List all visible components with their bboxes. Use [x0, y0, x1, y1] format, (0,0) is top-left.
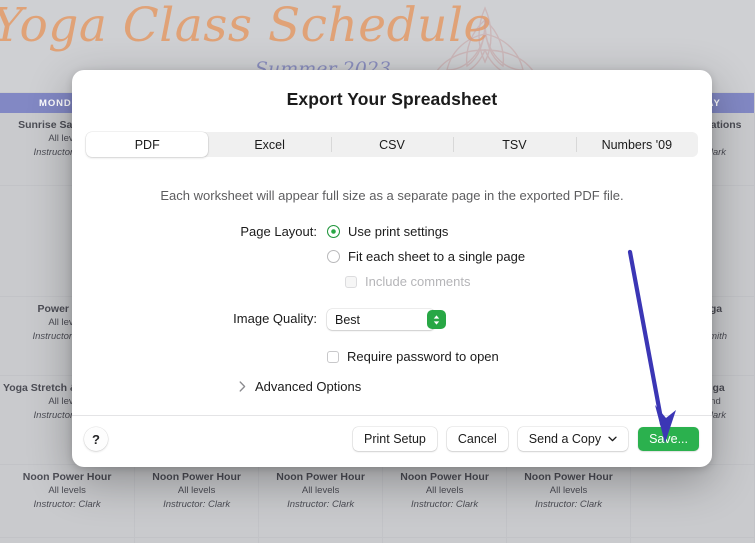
image-quality-row: Image Quality: Best	[72, 309, 712, 330]
page-layout-controls: Use print settings Fit each sheet to a s…	[327, 222, 712, 293]
save-button[interactable]: Save...	[638, 427, 699, 451]
tab-label: Excel	[254, 137, 285, 152]
page-layout-row: Page Layout: Use print settings Fit each…	[72, 222, 712, 293]
checkbox-require-password[interactable]: Require password to open	[327, 347, 712, 366]
print-setup-button[interactable]: Print Setup	[353, 427, 437, 451]
cancel-label: Cancel	[457, 432, 497, 446]
help-button[interactable]: ?	[84, 427, 108, 451]
image-quality-controls: Best	[327, 309, 712, 330]
class-instructor: Instructor: Clark	[287, 498, 355, 510]
print-setup-label: Print Setup	[364, 432, 426, 446]
dialog-title: Export Your Spreadsheet	[286, 89, 498, 109]
page-layout-label: Page Layout:	[240, 224, 317, 239]
dialog-footer: ? Print Setup Cancel Send a Copy Save...	[72, 416, 712, 467]
schedule-cell: Noon Power Hour All levels Instructor: Cla…	[383, 465, 507, 538]
radio-fit-each-sheet[interactable]: Fit each sheet to a single page	[327, 247, 712, 266]
advanced-options-label: Advanced Options	[255, 379, 362, 394]
tab-csv[interactable]: CSV	[330, 132, 453, 157]
tab-tsv[interactable]: TSV	[453, 132, 575, 157]
tab-label: CSV	[379, 137, 405, 152]
chevron-right-icon[interactable]	[237, 381, 247, 392]
require-password-controls: Require password to open	[327, 347, 712, 368]
class-instructor: Instructor: Clark	[535, 498, 603, 510]
schedule-cell: Noon Power Hour All levels Instructor: Cla…	[507, 465, 631, 538]
export-options-form: Page Layout: Use print settings Fit each…	[72, 222, 712, 394]
class-name: Noon Power Hour	[524, 471, 613, 483]
checkbox-require-password-label: Require password to open	[347, 349, 499, 364]
class-name: Noon Power Hour	[152, 471, 241, 483]
class-level: All levels	[425, 485, 464, 497]
class-instructor: Instructor: Clark	[411, 498, 479, 510]
class-level: All levels	[301, 485, 340, 497]
radio-use-print-settings-label: Use print settings	[348, 224, 449, 239]
checkbox-unchecked-icon[interactable]	[327, 350, 339, 363]
checkbox-include-comments: Include comments	[345, 272, 712, 291]
export-dialog: Export Your Spreadsheet PDF Excel CSV TSV Nu…	[72, 70, 712, 467]
class-name: Noon Power Hour	[276, 471, 365, 483]
schedule-cell: Noon Power Hour All levels Instructor: Cla…	[259, 465, 383, 538]
class-instructor: Instructor: Clark	[33, 498, 101, 510]
format-tab-group: PDF Excel CSV TSV Numbers '09	[86, 132, 698, 157]
radio-button-unselected-icon[interactable]	[327, 250, 340, 263]
footer-button-group: Print Setup Cancel Send a Copy Save...	[353, 427, 699, 451]
cancel-button[interactable]: Cancel	[446, 427, 508, 451]
tab-label: Numbers '09	[601, 137, 673, 152]
chevron-up-down-icon[interactable]	[427, 310, 446, 329]
radio-fit-each-sheet-label: Fit each sheet to a single page	[348, 249, 526, 264]
question-mark-icon: ?	[92, 431, 100, 447]
class-name: Noon Power Hour	[400, 471, 489, 483]
class-level: All levels	[549, 485, 588, 497]
image-quality-select[interactable]: Best	[327, 309, 446, 330]
send-a-copy-button[interactable]: Send a Copy	[517, 427, 629, 451]
tab-excel[interactable]: Excel	[208, 132, 330, 157]
save-label: Save...	[649, 432, 688, 446]
require-password-row: Require password to open	[72, 347, 712, 368]
schedule-cell: Noon Power Hour All levels Instructor: Cla…	[0, 465, 135, 538]
class-level: All levels	[48, 485, 86, 497]
tab-label: PDF	[134, 137, 160, 152]
radio-use-print-settings[interactable]: Use print settings	[327, 222, 712, 241]
send-a-copy-label: Send a Copy	[528, 432, 602, 446]
class-level: All levels	[177, 485, 216, 497]
export-description: Each worksheet will appear full size as …	[160, 188, 624, 203]
radio-button-selected-icon[interactable]	[327, 225, 340, 238]
advanced-options-disclosure[interactable]: Advanced Options	[237, 379, 712, 394]
class-instructor: Instructor: Clark	[163, 498, 231, 510]
tab-numbers-09[interactable]: Numbers '09	[575, 132, 698, 157]
image-quality-value: Best	[335, 312, 361, 327]
spreadsheet-title: Yoga Class Schedule	[0, 0, 492, 53]
schedule-cell	[631, 465, 754, 538]
schedule-cell: Noon Power Hour All levels Instructor: Cla…	[135, 465, 259, 538]
class-name: Noon Power Hour	[22, 471, 112, 483]
tab-pdf[interactable]: PDF	[86, 132, 209, 157]
checkbox-unchecked-disabled-icon	[345, 275, 357, 288]
tab-label: TSV	[502, 137, 527, 152]
checkbox-include-comments-label: Include comments	[365, 274, 471, 289]
chevron-down-icon[interactable]	[608, 436, 617, 442]
image-quality-label: Image Quality:	[233, 311, 317, 326]
